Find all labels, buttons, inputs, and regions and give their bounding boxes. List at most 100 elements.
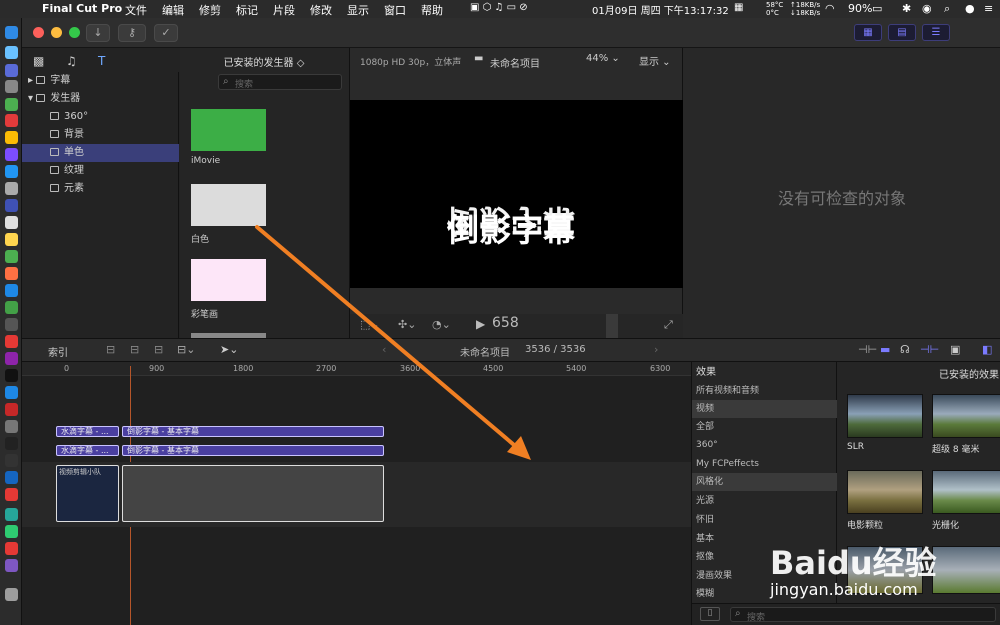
connect-clip-icon[interactable]: ⊟ xyxy=(106,343,115,356)
app-icon[interactable] xyxy=(5,250,18,263)
finalcut-icon[interactable] xyxy=(5,559,18,572)
yandex-icon[interactable] xyxy=(5,488,18,501)
app-icon[interactable] xyxy=(5,454,18,467)
effects-category[interactable]: 光源 xyxy=(692,492,837,510)
play-icon[interactable]: ▶ xyxy=(476,317,485,331)
keywords-button[interactable]: ⚷ xyxy=(118,24,146,42)
sidebar-item-generators[interactable]: ▾ 发生器 xyxy=(22,90,179,108)
effects-category[interactable]: 怀旧 xyxy=(692,511,837,529)
minimize-button[interactable] xyxy=(51,27,62,38)
sidebar-item-elements[interactable]: 元素 xyxy=(22,180,179,198)
app-icon[interactable] xyxy=(5,199,18,212)
magic-icon[interactable]: ✣⌄ xyxy=(398,318,416,331)
display-menu[interactable]: 显示 ⌄ xyxy=(639,53,671,68)
browser-toggle-button[interactable]: ▦ xyxy=(854,24,882,41)
status-icons[interactable]: ▣ ⬡ ♫ ▭ ⊘ xyxy=(470,2,528,13)
clock[interactable]: 01月09日 周四 下午13:17:32 xyxy=(592,2,729,17)
skimming-icon[interactable]: ▬ xyxy=(880,343,890,356)
wechat-icon[interactable] xyxy=(5,525,18,538)
titles-generators-icon[interactable]: T xyxy=(98,54,105,68)
chrome-icon[interactable] xyxy=(5,131,18,144)
app-icon[interactable] xyxy=(5,318,18,331)
search-icon[interactable]: ⌕ xyxy=(944,2,950,16)
generators-title[interactable]: 已安装的发生器 ◇ xyxy=(184,54,344,69)
transitions-icon[interactable]: ◧ xyxy=(982,343,992,356)
finder-icon[interactable] xyxy=(5,26,18,39)
zoom-menu[interactable]: 44% ⌄ xyxy=(586,53,620,64)
search-field[interactable]: ⌕ 搜索 xyxy=(218,74,342,90)
generator-thumb-crayon[interactable] xyxy=(191,259,266,301)
battery-percent[interactable]: 90% xyxy=(848,2,872,15)
effects-category[interactable]: My FCPeffects xyxy=(692,455,837,473)
effects-category[interactable]: 全部 xyxy=(692,418,837,436)
android-icon[interactable] xyxy=(5,98,18,111)
menu-mark[interactable]: 标记 xyxy=(236,2,258,18)
safari-icon[interactable] xyxy=(5,64,18,77)
sidebar-toggle-icon[interactable]: ▯ xyxy=(700,607,720,621)
launchpad-icon[interactable] xyxy=(5,46,18,59)
clip-appearance-icon[interactable]: ⊣⊢ xyxy=(858,343,877,356)
back-icon[interactable]: ‹ xyxy=(382,343,386,356)
menu-window[interactable]: 窗口 xyxy=(384,2,406,18)
speed-icon[interactable]: ◔⌄ xyxy=(432,318,451,331)
music-icon[interactable] xyxy=(5,335,18,348)
close-button[interactable] xyxy=(33,27,44,38)
siri-icon[interactable]: ● xyxy=(965,2,975,15)
calendar-icon[interactable]: ▦ xyxy=(734,2,743,13)
overwrite-clip-icon[interactable]: ⊟⌄ xyxy=(177,343,195,356)
messages-icon[interactable] xyxy=(5,301,18,314)
headphones-icon[interactable]: ☊ xyxy=(900,343,910,356)
transform-icon[interactable]: ⬚⌄ xyxy=(360,318,380,331)
disclosure-icon[interactable]: ▸ xyxy=(28,75,36,86)
effects-category[interactable]: 所有视频和音频 xyxy=(692,382,837,400)
timeline[interactable]: 0 900 1800 2700 3600 4500 5400 6300 水滴字幕… xyxy=(22,362,691,625)
menu-modify[interactable]: 修改 xyxy=(310,2,332,18)
fullscreen-icon[interactable]: ⤢ xyxy=(664,318,673,332)
app-icon[interactable] xyxy=(5,165,18,178)
app-icon[interactable] xyxy=(5,403,18,416)
video-clip[interactable]: 视频剪辑小队 xyxy=(56,465,119,522)
effect-thumb-raster[interactable] xyxy=(932,470,1000,514)
effects-browser-icon[interactable]: ▣ xyxy=(950,343,960,356)
effects-category-selected[interactable]: 风格化 xyxy=(692,473,837,491)
bluetooth-icon[interactable]: ✱ xyxy=(902,2,911,15)
timeline-ruler[interactable]: 0 900 1800 2700 3600 4500 5400 6300 xyxy=(22,362,691,376)
menu-edit[interactable]: 编辑 xyxy=(162,2,184,18)
import-button[interactable]: ↓ xyxy=(86,24,110,42)
title-clip[interactable]: 倒影字幕 - 基本字幕 xyxy=(122,426,384,437)
background-tasks-button[interactable]: ✓ xyxy=(154,24,178,42)
appstore-icon[interactable] xyxy=(5,386,18,399)
effect-thumb-slr[interactable] xyxy=(847,394,923,438)
terminal-icon[interactable] xyxy=(5,437,18,450)
sidebar-item-textures[interactable]: 纹理 xyxy=(22,162,179,180)
timeline-toggle-button[interactable]: ▤ xyxy=(888,24,916,41)
title-clip[interactable]: 水滴字幕 - ... xyxy=(56,445,119,456)
effect-thumb-film-grain[interactable] xyxy=(847,470,923,514)
generator-clip[interactable] xyxy=(122,465,384,522)
app-icon[interactable] xyxy=(5,508,18,521)
insert-clip-icon[interactable]: ⊟ xyxy=(130,343,139,356)
effects-category[interactable]: 视频 xyxy=(692,400,837,418)
sidebar-item-solids[interactable]: 单色 xyxy=(22,144,179,162)
menu-trim[interactable]: 修剪 xyxy=(199,2,221,18)
app-icon[interactable] xyxy=(5,284,18,297)
title-clip[interactable]: 水滴字幕 - ... xyxy=(56,426,119,437)
podcast-icon[interactable] xyxy=(5,352,18,365)
effects-category[interactable]: 360° xyxy=(692,436,837,454)
index-button[interactable]: 索引 xyxy=(48,344,68,359)
wifi-icon[interactable]: ◠ xyxy=(825,2,835,15)
generator-thumb-white[interactable] xyxy=(191,184,266,226)
battery-icon[interactable]: ▭ xyxy=(872,2,882,15)
app-icon[interactable] xyxy=(5,420,18,433)
trash-icon[interactable] xyxy=(5,588,18,601)
forward-icon[interactable]: › xyxy=(654,343,658,356)
effect-thumb-super8[interactable] xyxy=(932,394,1000,438)
app-icon[interactable] xyxy=(5,148,18,161)
menu-view[interactable]: 显示 xyxy=(347,2,369,18)
tv-icon[interactable] xyxy=(5,369,18,382)
app-icon[interactable] xyxy=(5,471,18,484)
sidebar-item-360[interactable]: 360° xyxy=(22,108,179,126)
viewer-canvas[interactable]: 倒影字幕 倒影字幕 xyxy=(350,100,684,288)
menu-file[interactable]: 文件 xyxy=(125,2,147,18)
calendar-app-icon[interactable] xyxy=(5,216,18,229)
